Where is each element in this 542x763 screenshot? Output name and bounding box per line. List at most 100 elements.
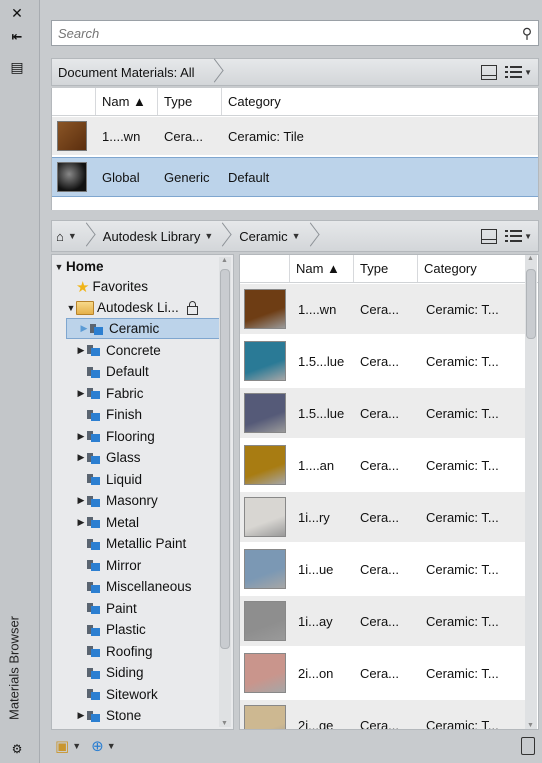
chevron-down-icon: ▼: [72, 741, 82, 751]
expand-icon[interactable]: ▶: [79, 323, 89, 334]
tree-item-default[interactable]: Default: [76, 361, 149, 382]
material-category-icon: [86, 558, 102, 572]
toggle-panel-icon[interactable]: [481, 228, 498, 244]
tree-item-sitework[interactable]: Sitework: [76, 684, 158, 705]
material-category-icon: [86, 687, 102, 701]
tree-item-fabric[interactable]: ▶ Fabric: [76, 383, 144, 404]
close-icon[interactable]: ✕: [6, 4, 28, 22]
scrollbar-thumb[interactable]: [220, 269, 230, 649]
autohide-icon[interactable]: ⇤: [6, 28, 28, 46]
chevron-down-icon: ▼: [67, 231, 77, 241]
tree-item-ceramic[interactable]: ▶ Ceramic: [66, 318, 228, 339]
view-options-button[interactable]: ▼: [505, 229, 532, 243]
material-swatch: [57, 121, 87, 151]
table-header: Nam ▲ Type Category: [240, 255, 538, 283]
table-scrollbar[interactable]: ▲ ▼: [525, 255, 537, 729]
material-swatch: [244, 549, 286, 589]
tree-item-paint[interactable]: Paint: [76, 598, 137, 619]
expand-icon[interactable]: ▼: [66, 303, 76, 313]
table-row[interactable]: 1i...ay Cera... Ceramic: T...: [240, 596, 526, 646]
materials-browser-panel: ✕ ⇤ ▤ Materials Browser ⚙ ⚲ Document Mat…: [0, 0, 542, 763]
material-category-icon: [86, 623, 102, 637]
scroll-down-icon[interactable]: ▼: [527, 722, 534, 729]
column-header-type[interactable]: Type: [158, 88, 222, 115]
table-row[interactable]: 2i...on Cera... Ceramic: T...: [240, 648, 526, 698]
tree-item-metal[interactable]: ▶ Metal: [76, 512, 139, 533]
view-options-button[interactable]: ▼: [505, 65, 532, 79]
table-row[interactable]: 1....an Cera... Ceramic: T...: [240, 440, 526, 490]
column-header-name[interactable]: Nam ▲: [290, 255, 354, 282]
create-material-button[interactable]: ⊕ ▼: [91, 737, 116, 755]
expand-icon[interactable]: ▶: [76, 517, 86, 528]
tree-item-liquid[interactable]: Liquid: [76, 469, 142, 490]
table-row[interactable]: 1.5...lue Cera... Ceramic: T...: [240, 388, 526, 438]
material-category-icon: [86, 537, 102, 551]
column-header-name[interactable]: Nam ▲: [96, 88, 158, 115]
toggle-panel-icon[interactable]: [481, 64, 498, 80]
material-category-icon: [86, 644, 102, 658]
table-row[interactable]: 2i...ge Cera... Ceramic: T...: [240, 700, 526, 729]
breadcrumb-autodesk-library[interactable]: Autodesk Library ▼: [91, 221, 217, 251]
material-category-icon: [86, 451, 102, 465]
material-swatch: [244, 393, 286, 433]
properties-icon[interactable]: ▤: [6, 58, 28, 76]
expand-icon[interactable]: ▶: [76, 431, 86, 442]
expand-icon[interactable]: ▼: [54, 262, 64, 272]
scroll-up-icon[interactable]: ▲: [527, 255, 534, 262]
table-row[interactable]: 1i...ue Cera... Ceramic: T...: [240, 544, 526, 594]
table-row[interactable]: 1i...ry Cera... Ceramic: T...: [240, 492, 526, 542]
tree-item-metallic-paint[interactable]: Metallic Paint: [76, 533, 186, 554]
table-row[interactable]: 1....wn Cera... Ceramic: T...: [240, 284, 526, 334]
library-toolbar: ⌂ ▼ Autodesk Library ▼ Ceramic ▼ ▼: [51, 220, 539, 252]
table-row-selected[interactable]: Global Generic Default: [52, 157, 538, 197]
chevron-down-icon: ▼: [524, 67, 532, 77]
expand-icon[interactable]: ▶: [76, 345, 86, 356]
column-header-type[interactable]: Type: [354, 255, 418, 282]
column-header-category[interactable]: Category: [222, 88, 538, 115]
table-row[interactable]: 1....wn Cera... Ceramic: Tile: [52, 117, 538, 155]
manage-library-button[interactable]: ▣ ▼: [55, 737, 81, 755]
create-material-icon: ⊕: [91, 738, 104, 755]
table-row[interactable]: 1.5...lue Cera... Ceramic: T...: [240, 336, 526, 386]
expand-icon[interactable]: ▶: [76, 710, 86, 721]
tree-item-concrete[interactable]: ▶ Concrete: [76, 340, 161, 361]
home-button[interactable]: ⌂ ▼: [52, 221, 81, 251]
tree-item-roofing[interactable]: Roofing: [76, 641, 153, 662]
column-header-category[interactable]: Category: [418, 255, 512, 282]
document-materials-breadcrumb[interactable]: Document Materials: All: [52, 59, 209, 85]
magnifier-icon[interactable]: ⚲: [516, 25, 538, 42]
scroll-down-icon[interactable]: ▼: [221, 720, 228, 727]
breadcrumb-ceramic[interactable]: Ceramic ▼: [227, 221, 304, 251]
material-editor-icon[interactable]: [521, 737, 535, 755]
tree-item-glass[interactable]: ▶ Glass: [76, 447, 141, 468]
tree-item-miscellaneous[interactable]: Miscellaneous: [76, 576, 192, 597]
chevron-down-icon: ▼: [106, 741, 116, 751]
settings-icon[interactable]: ⚙: [6, 740, 28, 758]
search-box[interactable]: ⚲: [51, 20, 539, 46]
scroll-up-icon[interactable]: ▲: [221, 257, 228, 264]
expand-icon[interactable]: ▶: [76, 388, 86, 399]
material-swatch: [244, 445, 286, 485]
panel-title-strip: ✕ ⇤ ▤ Materials Browser ⚙: [0, 0, 40, 763]
tree-item-masonry[interactable]: ▶ Masonry: [76, 490, 158, 511]
tree-scrollbar[interactable]: ▲ ▼: [219, 257, 231, 727]
tree-item-home[interactable]: ▼ Home: [54, 256, 104, 277]
search-input[interactable]: [58, 25, 516, 41]
tree-item-siding[interactable]: Siding: [76, 662, 144, 683]
tree-item-mirror[interactable]: Mirror: [76, 555, 141, 576]
tree-item-favorites[interactable]: ★ Favorites: [76, 276, 148, 297]
tree-item-flooring[interactable]: ▶ Flooring: [76, 426, 155, 447]
expand-icon[interactable]: ▶: [76, 452, 86, 463]
material-swatch: [244, 341, 286, 381]
scrollbar-thumb[interactable]: [526, 269, 536, 339]
browser-footer: ▣ ▼ ⊕ ▼: [51, 732, 539, 760]
tree-item-plastic[interactable]: Plastic: [76, 619, 146, 640]
tree-item-autodesk-library[interactable]: ▼ Autodesk Li...: [66, 297, 198, 318]
chevron-down-icon: ▼: [524, 231, 532, 241]
document-materials-table: Nam ▲ Type Category 1....wn Cera... Cera…: [51, 88, 539, 210]
chevron-down-icon: ▼: [204, 231, 214, 241]
tree-item-stone[interactable]: ▶ Stone: [76, 705, 142, 726]
tree-item-finish[interactable]: Finish: [76, 404, 142, 425]
library-materials-table: Nam ▲ Type Category 1....wn Cera... Cerami…: [239, 254, 539, 730]
expand-icon[interactable]: ▶: [76, 495, 86, 506]
